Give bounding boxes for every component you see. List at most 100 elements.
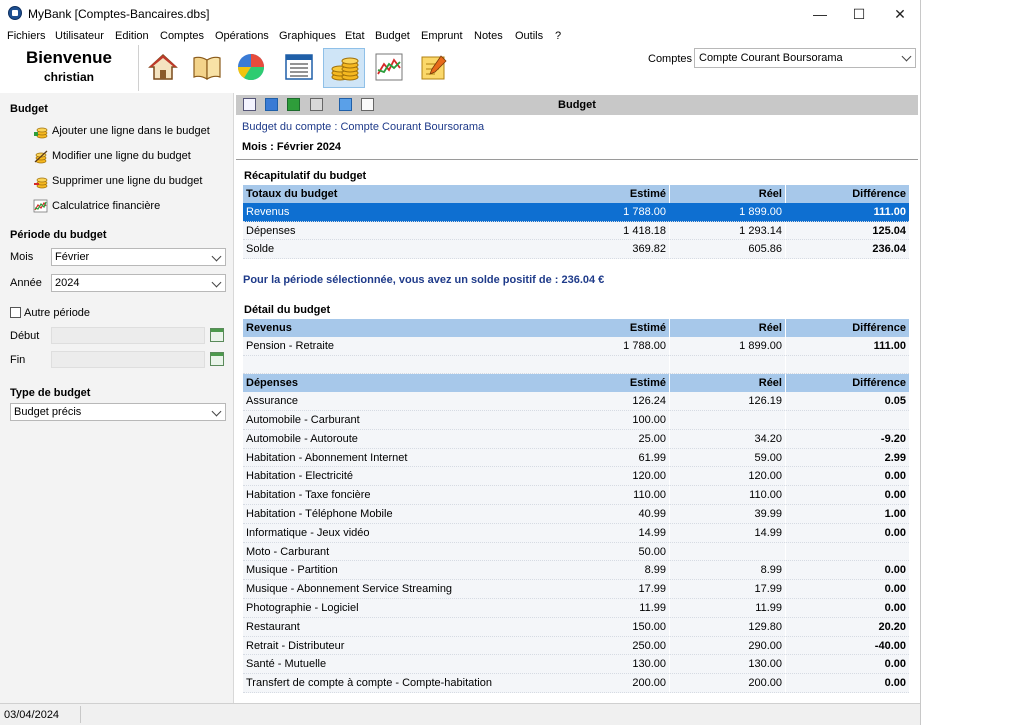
difference-cell: 125.04: [872, 224, 906, 237]
column-separator: [669, 580, 670, 598]
report-account-line: Budget du compte : Compte Courant Bourso…: [242, 121, 485, 133]
calendar-icon[interactable]: [210, 352, 224, 366]
menu-edition[interactable]: Edition: [115, 30, 149, 42]
actual-cell: 110.00: [749, 489, 782, 502]
estimated-cell: Estimé: [629, 377, 666, 390]
table-row[interactable]: Transfert de compte à compte - Compte-ha…: [243, 674, 909, 693]
menu-outils[interactable]: Outils: [515, 30, 543, 42]
table-row[interactable]: Habitation - Taxe foncière 110.00 110.00 0.…: [243, 486, 909, 505]
menu-bar: Fichiers Utilisateur Edition Comptes Opé…: [0, 28, 920, 45]
chevron-down-icon: [211, 406, 222, 417]
column-separator: [669, 429, 670, 448]
column-separator: [785, 355, 786, 374]
table-row[interactable]: Informatique - Jeux vidéo 14.99 14.99 0.00: [243, 523, 909, 543]
calendar-icon[interactable]: [210, 328, 224, 342]
line-chart-button[interactable]: [368, 48, 410, 88]
column-separator: [785, 580, 786, 598]
label-cell: Transfert de compte à compte - Compte-ha…: [246, 677, 492, 690]
menu-utilisateur[interactable]: Utilisateur: [55, 30, 104, 42]
edit-budget-line-label: Modifier une ligne du budget: [52, 150, 191, 162]
table-row[interactable]: Photographie - Logiciel 11.99 11.99 0.00: [243, 598, 909, 618]
menu-comptes[interactable]: Comptes: [160, 30, 204, 42]
table-row[interactable]: Dépenses 1 418.18 1 293.14 125.04: [243, 221, 909, 241]
coins-delete-icon: [34, 177, 48, 189]
table-row[interactable]: [243, 355, 909, 375]
table-row[interactable]: Pension - Retraite 1 788.00 1 899.00 111.00: [243, 336, 909, 356]
app-window: MyBank [Comptes-Bancaires.dbs] — ☐ ✕ Fic…: [0, 0, 921, 725]
home-button[interactable]: [142, 48, 184, 88]
budget-type-select[interactable]: Budget précis: [10, 403, 226, 421]
end-date-field[interactable]: [51, 351, 205, 368]
difference-cell: Différence: [852, 322, 906, 334]
column-separator: [669, 523, 670, 542]
book-button[interactable]: [186, 48, 228, 88]
table-row[interactable]: Musique - Partition 8.99 8.99 0.00: [243, 561, 909, 581]
chevron-down-icon: [901, 51, 912, 62]
table-header-row: Dépenses Estimé Réel Différence: [243, 374, 909, 393]
menu-budget[interactable]: Budget: [375, 30, 410, 42]
welcome-title: Bienvenue: [26, 48, 112, 67]
budget-type-value: Budget précis: [14, 406, 82, 418]
year-select[interactable]: 2024: [51, 274, 226, 292]
menu-graphiques[interactable]: Graphiques: [279, 30, 336, 42]
menu-notes[interactable]: Notes: [474, 30, 503, 42]
add-budget-line-label: Ajouter une ligne dans le budget: [52, 125, 210, 137]
start-date-field[interactable]: [51, 327, 205, 344]
table-row[interactable]: Santé - Mutuelle 130.00 130.00 0.00: [243, 655, 909, 675]
close-button[interactable]: ✕: [877, 0, 920, 28]
table-row[interactable]: Habitation - Téléphone Mobile 40.99 39.99 1…: [243, 504, 909, 524]
actual-cell: 129.80: [748, 620, 782, 633]
actual-cell: 1 899.00: [739, 339, 782, 352]
chevron-down-icon: [211, 277, 222, 288]
label-cell: Restaurant: [246, 620, 300, 633]
column-separator: [669, 598, 670, 617]
table-row[interactable]: Restaurant 150.00 129.80 20.20: [243, 617, 909, 637]
delete-budget-line-label: Supprimer une ligne du budget: [52, 175, 203, 187]
estimated-cell: 61.99: [638, 451, 666, 464]
table-row[interactable]: Revenus 1 788.00 1 899.00 111.00: [243, 202, 909, 222]
menu-operations[interactable]: Opérations: [215, 30, 269, 42]
table-row[interactable]: Solde 369.82 605.86 236.04: [243, 240, 909, 260]
label-cell: Pension - Retraite: [246, 339, 335, 352]
difference-cell: Différence: [852, 377, 906, 390]
menu-etat[interactable]: Etat: [345, 30, 365, 42]
table-row[interactable]: Musique - Abonnement Service Streaming 17…: [243, 580, 909, 599]
estimated-cell: 100.00: [632, 413, 666, 426]
actual-cell: 11.99: [755, 601, 782, 614]
difference-cell: 0.00: [884, 601, 906, 614]
detail-title: Détail du budget: [244, 304, 331, 316]
menu-emprunt[interactable]: Emprunt: [421, 30, 463, 42]
column-separator: [669, 617, 670, 636]
notes-button[interactable]: [413, 48, 455, 88]
column-separator: [669, 410, 670, 429]
label-cell: Assurance: [246, 395, 298, 408]
menu-help[interactable]: ?: [555, 30, 561, 42]
column-separator: [785, 410, 786, 429]
estimated-cell: 1 418.18: [623, 224, 666, 237]
accounts-select[interactable]: Compte Courant Boursorama: [694, 48, 916, 68]
maximize-button[interactable]: ☐: [836, 0, 882, 28]
column-separator: [785, 561, 786, 580]
table-row[interactable]: Automobile - Autoroute 25.00 34.20 -9.20: [243, 429, 909, 449]
actual-cell: 59.00: [754, 451, 782, 464]
budget-report-panel: Budget Budget du compte : Compte Courant…: [234, 93, 920, 703]
other-period-checkbox[interactable]: [10, 307, 21, 318]
column-separator: [785, 319, 786, 337]
label-cell: Totaux du budget: [246, 188, 338, 200]
list-button[interactable]: [278, 48, 320, 88]
label-cell: Habitation - Electricité: [246, 470, 353, 483]
table-row[interactable]: Assurance 126.24 126.19 0.05: [243, 392, 909, 411]
report-toolbar: Budget: [236, 95, 918, 115]
pie-chart-button[interactable]: [230, 48, 272, 88]
table-row[interactable]: Retrait - Distributeur 250.00 290.00 -40.00: [243, 636, 909, 656]
table-row[interactable]: Habitation - Electricité 120.00 120.00 0.00: [243, 467, 909, 487]
month-select[interactable]: Février: [51, 248, 226, 266]
window-title: MyBank [Comptes-Bancaires.dbs]: [28, 7, 210, 21]
column-separator: [785, 504, 786, 523]
table-row[interactable]: Automobile - Carburant 100.00: [243, 410, 909, 430]
table-row[interactable]: Moto - Carburant 50.00: [243, 542, 909, 562]
table-row[interactable]: Habitation - Abonnement Internet 61.99 59.…: [243, 448, 909, 468]
estimated-cell: 110.00: [633, 489, 666, 502]
menu-fichiers[interactable]: Fichiers: [7, 30, 46, 42]
budget-button[interactable]: [323, 48, 365, 88]
